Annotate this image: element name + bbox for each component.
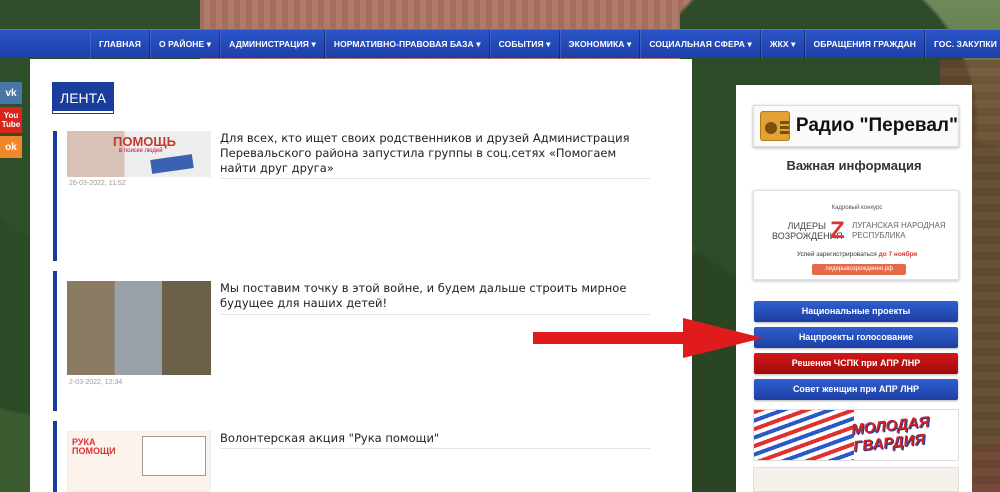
leaders-deadline: Успей зарегистрироваться до 7 ноября	[754, 251, 960, 258]
news-separator	[220, 314, 650, 315]
nav-item-administration[interactable]: АДМИНИСТРАЦИЯ ▾	[220, 29, 325, 59]
young-guard-title: МОЛОДАЯ ГВАРДИЯ	[850, 413, 931, 456]
radio-banner[interactable]: Радио "Перевал"	[753, 105, 959, 147]
nav-item-housing[interactable]: ЖКХ ▾	[760, 29, 805, 59]
news-feed-panel: ЛЕНТА ПОМОЩЬ в поиске людей Для всех, кт…	[30, 59, 692, 492]
radio-icon	[760, 111, 790, 141]
social-links: vk You Tube ok	[0, 82, 22, 161]
news-date: 2-03-2022, 12:34	[69, 379, 123, 386]
odnoklassniki-icon[interactable]: ok	[0, 136, 22, 158]
thumbnail-info-box	[142, 436, 206, 476]
news-thumbnail[interactable]: ПОМОЩЬ в поиске людей	[67, 131, 211, 177]
arrow-shape	[533, 318, 763, 358]
nav-item-economy[interactable]: ЭКОНОМИКА ▾	[559, 29, 641, 59]
nav-item-about[interactable]: О РАЙОНЕ ▾	[149, 29, 221, 59]
young-guard-banner[interactable]: МОЛОДАЯ ГВАРДИЯ	[753, 409, 959, 461]
feed-title: ЛЕНТА	[53, 83, 114, 113]
chspk-decisions-button[interactable]: Решения ЧСПК при АПР ЛНР	[754, 353, 958, 374]
youtube-label-top: You	[3, 111, 19, 120]
news-title-link[interactable]: Для всех, кто ищет своих родственников и…	[220, 131, 650, 176]
women-council-button[interactable]: Совет женщин при АПР ЛНР	[754, 379, 958, 400]
leaders-z-logo: Z	[830, 217, 845, 244]
nav-item-procurement[interactable]: ГОС. ЗАКУПКИ	[924, 29, 1000, 59]
nav-item-social[interactable]: СОЦИАЛЬНАЯ СФЕРА ▾	[640, 29, 761, 59]
leaders-banner[interactable]: Кадровый конкурс ЛИДЕРЫ ВОЗРОЖДЕНИЯ Z ЛУ…	[753, 190, 959, 280]
young-guard-stripes	[754, 410, 854, 460]
news-item: РУКА ПОМОЩИ Волонтерская акция "Рука пом…	[53, 421, 653, 492]
right-sidebar: Радио "Перевал" Важная информация Кадров…	[736, 85, 972, 492]
leaders-deadline-prefix: Успей зарегистрироваться	[796, 251, 879, 258]
thumbnail-subtitle: в поиске людей	[119, 148, 163, 154]
news-title-link[interactable]: Мы поставим точку в этой войне, и будем …	[220, 281, 650, 311]
nav-item-legal-base[interactable]: НОРМАТИВНО-ПРАВОВАЯ БАЗА ▾	[324, 29, 490, 59]
leaders-region-text: ЛУГАНСКАЯ НАРОДНАЯ РЕСПУБЛИКА	[852, 221, 946, 240]
leaders-top-text: Кадровый конкурс	[831, 205, 883, 211]
youtube-label-bottom: Tube	[1, 120, 21, 129]
radio-title: Радио "Перевал"	[795, 115, 958, 136]
youtube-icon[interactable]: You Tube	[0, 107, 22, 133]
thumbnail-title: ПОМОЩЬ	[113, 134, 176, 149]
bottom-banner[interactable]	[753, 467, 959, 492]
news-separator	[220, 178, 650, 179]
news-separator	[220, 448, 650, 449]
leaders-deadline-date: до 7 ноября	[878, 251, 918, 258]
national-projects-button[interactable]: Национальные проекты	[754, 301, 958, 322]
nav-item-appeals[interactable]: ОБРАЩЕНИЯ ГРАЖДАН	[804, 29, 925, 59]
leaders-site-link[interactable]: лидерывозрождения.рф	[812, 264, 906, 275]
leaders-main-text: ЛИДЕРЫ ВОЗРОЖДЕНИЯ	[772, 221, 843, 241]
news-date: 26-03-2022, 11:52	[69, 180, 126, 187]
thumbnail-badge	[150, 154, 194, 174]
nav-item-home[interactable]: ГЛАВНАЯ	[90, 29, 150, 59]
news-thumbnail[interactable]	[67, 281, 211, 375]
news-thumbnail[interactable]: РУКА ПОМОЩИ	[67, 431, 211, 492]
national-projects-vote-button[interactable]: Нацпроекты голосование	[754, 327, 958, 348]
thumbnail-title: РУКА ПОМОЩИ	[72, 437, 116, 456]
news-item: ПОМОЩЬ в поиске людей Для всех, кто ищет…	[53, 131, 653, 261]
vk-icon[interactable]: vk	[0, 82, 22, 104]
nav-item-events[interactable]: СОБЫТИЯ ▾	[489, 29, 560, 59]
important-info-heading: Важная информация	[786, 158, 922, 173]
red-arrow-annotation	[533, 318, 763, 358]
news-title-link[interactable]: Волонтерская акция "Рука помощи"	[220, 431, 650, 446]
main-navigation: ГЛАВНАЯ О РАЙОНЕ ▾ АДМИНИСТРАЦИЯ ▾ НОРМА…	[0, 29, 1000, 59]
